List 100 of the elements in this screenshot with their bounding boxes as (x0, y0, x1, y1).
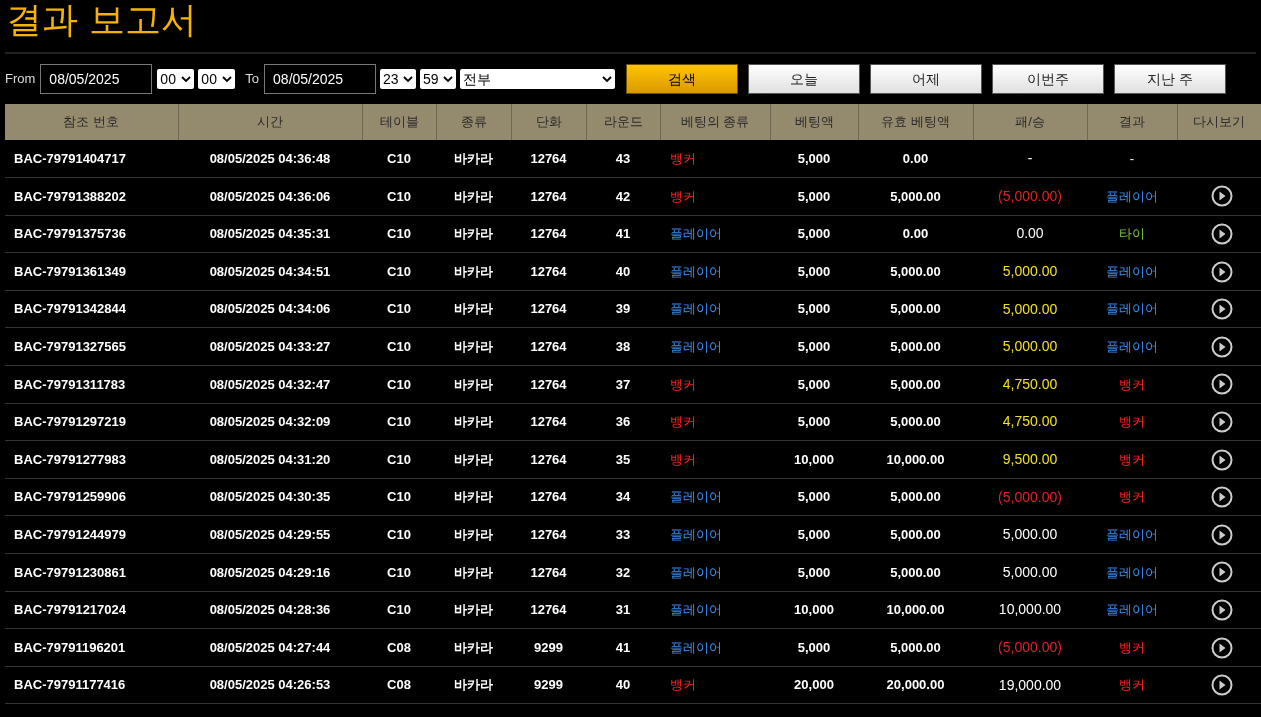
table-cell: 37 (586, 365, 660, 404)
table-cell: 33 (586, 515, 660, 554)
play-icon[interactable] (1211, 298, 1233, 321)
play-icon[interactable] (1211, 185, 1233, 208)
table-cell: C10 (362, 553, 436, 592)
table-cell: BAC-79791177416 (5, 666, 178, 704)
table-cell: 08/05/2025 04:32:47 (178, 365, 362, 404)
table-cell: 바카라 (436, 252, 511, 291)
play-icon[interactable] (1211, 335, 1233, 358)
table-cell: 5,000 (770, 215, 858, 253)
table-cell: 20,000.00 (858, 666, 973, 704)
from-date-field[interactable]: 08/05/2025 (40, 64, 153, 94)
table-cell: 타이 (1087, 215, 1177, 253)
table-cell: C10 (362, 403, 436, 441)
dropdown[interactable]: 00 (157, 69, 195, 89)
table-cell: 바카라 (436, 215, 511, 253)
table-cell: 10,000.00 (858, 591, 973, 629)
table-cell: 20,000 (770, 666, 858, 704)
date-range-button[interactable]: 오늘 (748, 64, 861, 94)
table-cell: BAC-79791196201 (5, 628, 178, 667)
page-title: 결과 보고서 (5, 0, 199, 42)
date-range-button[interactable]: 어제 (870, 64, 983, 94)
table-cell: 10,000.00 (998, 601, 1062, 618)
date-range-button[interactable]: 지난 주 (1114, 64, 1227, 94)
play-icon[interactable] (1211, 636, 1233, 659)
table-cell: C10 (362, 440, 436, 479)
table-cell: 42 (586, 177, 660, 216)
play-icon[interactable] (1211, 373, 1233, 396)
table-cell: 5,000 (770, 553, 858, 592)
table-cell: 9,500.00 (1002, 451, 1058, 468)
table-cell: 바카라 (436, 327, 511, 366)
table-cell: 5,000 (770, 515, 858, 554)
table-cell: C08 (362, 628, 436, 667)
table-cell: 5,000.00 (858, 628, 973, 667)
play-icon[interactable] (1211, 260, 1233, 283)
dropdown[interactable]: 전부 (460, 69, 616, 89)
table-cell: C10 (362, 515, 436, 554)
play-icon[interactable] (1211, 448, 1233, 471)
table-cell: 5,000.00 (858, 403, 973, 441)
dropdown[interactable]: 00 (198, 69, 236, 89)
table-cell: 뱅커 (1087, 666, 1177, 704)
table-cell: 08/05/2025 04:29:55 (178, 515, 362, 554)
table-cell: 0.00 (858, 215, 973, 253)
dropdown[interactable]: 23 (380, 69, 417, 89)
play-icon[interactable] (1211, 598, 1233, 621)
table-cell: 바카라 (436, 553, 511, 592)
column-header: 패/승 (973, 104, 1087, 140)
table-cell: 5,000.00 (1002, 563, 1058, 580)
table-cell: 뱅커 (660, 666, 770, 704)
table-cell: 플레이어 (1087, 290, 1177, 328)
table-cell: C08 (362, 666, 436, 704)
table-cell: C10 (362, 591, 436, 629)
play-icon[interactable] (1211, 561, 1233, 584)
table-cell: 41 (586, 628, 660, 667)
table-cell: 5,000.00 (858, 177, 973, 216)
play-icon[interactable] (1211, 523, 1233, 546)
play-icon[interactable] (1211, 486, 1233, 509)
table-cell: 뱅커 (660, 365, 770, 404)
date-range-button[interactable]: 이번주 (992, 64, 1105, 94)
table-cell: 5,000 (770, 365, 858, 404)
table-cell: 뱅커 (660, 440, 770, 479)
table-cell: 12764 (511, 591, 586, 629)
table-cell: 9299 (511, 628, 586, 667)
table-cell: 12764 (511, 403, 586, 441)
table-cell: 플레이어 (660, 553, 770, 592)
play-icon[interactable] (1211, 223, 1233, 245)
table-cell: 9299 (511, 666, 586, 704)
table-cell: 5,000.00 (1002, 263, 1058, 280)
table-cell: C10 (362, 327, 436, 366)
table-cell: BAC-79791259906 (5, 478, 178, 516)
play-icon[interactable] (1211, 410, 1233, 433)
column-header: 라운드 (586, 104, 660, 140)
table-cell: 플레이어 (1087, 252, 1177, 291)
table-cell: 34 (586, 478, 660, 516)
table-cell: 바카라 (436, 440, 511, 479)
to-date-field[interactable]: 08/05/2025 (264, 64, 377, 94)
table-cell: 08/05/2025 04:32:09 (178, 403, 362, 441)
table-cell: 4,750.00 (1002, 413, 1058, 430)
dropdown[interactable]: 59 (420, 69, 457, 89)
column-header: 베팅의 종류 (660, 104, 770, 140)
table-cell: 5,000 (770, 177, 858, 216)
table-cell: 플레이어 (1087, 553, 1177, 592)
table-cell: 플레이어 (660, 290, 770, 328)
play-icon[interactable] (1211, 674, 1233, 697)
table-cell: 바카라 (436, 628, 511, 667)
table-cell: 08/05/2025 04:34:51 (178, 252, 362, 291)
table-cell: 뱅커 (1087, 628, 1177, 667)
table-cell: 5,000.00 (858, 365, 973, 404)
table-cell: 39 (586, 290, 660, 328)
table-cell: 12764 (511, 553, 586, 592)
table-cell: 5,000.00 (858, 327, 973, 366)
table-cell: C10 (362, 252, 436, 291)
search-button[interactable]: 검색 (626, 64, 739, 94)
chevron-down-icon (602, 75, 613, 83)
table-cell: 5,000 (770, 140, 858, 178)
table-cell: BAC-79791244979 (5, 515, 178, 554)
table-cell: 플레이어 (660, 515, 770, 554)
table-cell: 바카라 (436, 591, 511, 629)
table-cell: 08/05/2025 04:34:06 (178, 290, 362, 328)
table-cell: 5,000 (770, 252, 858, 291)
